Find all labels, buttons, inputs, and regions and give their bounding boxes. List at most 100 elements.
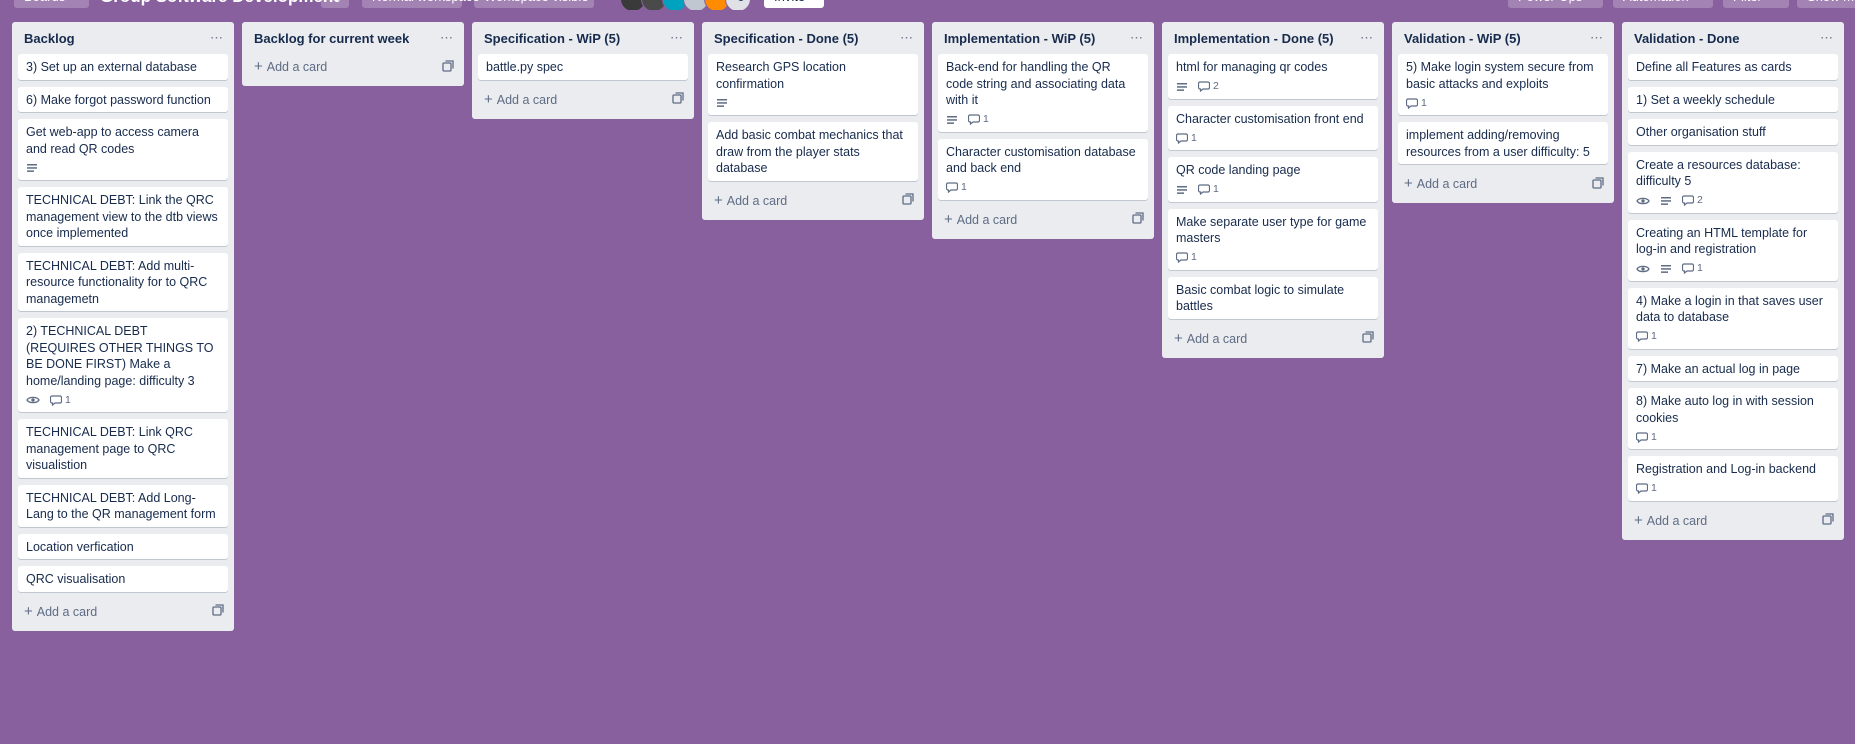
card[interactable]: Location verfication xyxy=(18,533,228,559)
list-footer: + Add a card xyxy=(18,599,228,625)
badge-count: 1 xyxy=(1191,251,1197,264)
add-card-button[interactable]: + Add a card xyxy=(1404,176,1478,191)
template-card-icon[interactable] xyxy=(672,92,684,107)
card[interactable]: 7) Make an actual log in page xyxy=(1628,355,1838,381)
card[interactable]: 6) Make forgot password function xyxy=(18,86,228,112)
template-card-icon[interactable] xyxy=(902,193,914,208)
plus-icon: + xyxy=(24,602,33,620)
card[interactable]: 3) Set up an external database xyxy=(18,54,228,80)
card[interactable]: Get web-app to access camera and read QR… xyxy=(18,119,228,180)
show-menu-button[interactable]: Show menu xyxy=(1797,0,1855,8)
list-title[interactable]: Backlog for current week xyxy=(254,31,409,46)
card[interactable]: battle.py spec xyxy=(478,54,688,80)
add-card-button[interactable]: + Add a card xyxy=(714,193,787,208)
board-title[interactable]: Group Software Development xyxy=(90,0,339,8)
card[interactable]: QRC visualisation xyxy=(18,566,228,592)
card[interactable]: Basic combat logic to simulate battles xyxy=(1168,276,1378,319)
card[interactable]: QR code landing page 1 xyxy=(1168,157,1378,202)
template-card-icon[interactable] xyxy=(1822,513,1834,528)
card[interactable]: TECHNICAL DEBT: Link QRC management page… xyxy=(18,419,228,478)
badge-count: 1 xyxy=(961,181,967,194)
card[interactable]: Define all Features as cards xyxy=(1628,54,1838,80)
template-card-icon[interactable] xyxy=(212,604,224,619)
list-menu-icon[interactable]: ⋯ xyxy=(900,30,914,46)
card[interactable]: 8) Make auto log in with session cookies… xyxy=(1628,388,1838,449)
template-card-icon[interactable] xyxy=(1362,331,1374,346)
boards-menu-button[interactable]: Boards xyxy=(14,0,89,8)
list-title[interactable]: Validation - Done xyxy=(1634,31,1739,46)
filter-button[interactable]: Filter xyxy=(1723,0,1789,8)
card-title: Define all Features as cards xyxy=(1636,60,1792,74)
card-title: Location verfication xyxy=(26,539,134,554)
card[interactable]: Research GPS location confirmation xyxy=(708,54,918,115)
list-header: Implementation - WiP (5) ⋯ xyxy=(938,26,1148,50)
add-card-button[interactable]: + Add a card xyxy=(24,602,97,620)
add-card-button[interactable]: + Add a card xyxy=(944,210,1017,228)
list-title[interactable]: Validation - WiP (5) xyxy=(1404,31,1521,46)
card[interactable]: html for managing qr codes 2 xyxy=(1168,54,1378,99)
list-menu-icon[interactable]: ⋯ xyxy=(1360,30,1374,46)
comment-icon xyxy=(50,394,62,406)
add-card-label: Add a card xyxy=(1416,177,1478,191)
badge-count: 2 xyxy=(1697,194,1703,207)
card[interactable]: Creating an HTML template for log-in and… xyxy=(1628,219,1838,281)
list-title[interactable]: Implementation - Done (5) xyxy=(1174,31,1334,46)
card-badges: 1 xyxy=(1636,429,1830,445)
card-title: 2) TECHNICAL DEBT (REQUIRES OTHER THINGS… xyxy=(26,324,214,388)
badge-count: 1 xyxy=(983,113,989,126)
add-card-button[interactable]: + Add a card xyxy=(254,59,327,74)
card[interactable]: Other organisation stuff xyxy=(1628,119,1838,145)
badge-watch xyxy=(26,395,40,405)
add-card-button[interactable]: + Add a card xyxy=(484,92,557,107)
badge-comment: 1 xyxy=(1198,181,1219,198)
card-title: Make separate user type for game masters xyxy=(1176,214,1367,246)
list-menu-icon[interactable]: ⋯ xyxy=(1590,30,1604,46)
list-menu-icon[interactable]: ⋯ xyxy=(210,30,224,46)
card-title: Get web-app to access camera and read QR… xyxy=(26,125,199,156)
automation-button[interactable]: Automation xyxy=(1613,0,1713,8)
list-title[interactable]: Backlog xyxy=(24,31,75,46)
card[interactable]: 1) Set a weekly schedule xyxy=(1628,86,1838,112)
member-overflow-count[interactable]: +3 xyxy=(725,0,751,10)
card[interactable]: Back-end for handling the QR code string… xyxy=(938,54,1148,132)
list-menu-icon[interactable]: ⋯ xyxy=(440,30,454,46)
template-card-icon[interactable] xyxy=(1132,212,1144,227)
card[interactable]: Character customisation database and bac… xyxy=(938,138,1148,200)
card[interactable]: Character customisation front end 1 xyxy=(1168,105,1378,150)
card[interactable]: Add basic combat mechanics that draw fro… xyxy=(708,122,918,181)
workspace-button[interactable]: Normal workspace xyxy=(362,0,480,8)
plus-icon: + xyxy=(1174,329,1183,347)
card[interactable]: 2) TECHNICAL DEBT (REQUIRES OTHER THINGS… xyxy=(18,318,228,412)
card[interactable]: Create a resources database: difficulty … xyxy=(1628,151,1838,213)
template-card-icon[interactable] xyxy=(1592,176,1604,192)
add-card-button[interactable]: + Add a card xyxy=(1174,329,1247,347)
list-menu-icon[interactable]: ⋯ xyxy=(1820,30,1834,46)
list-title[interactable]: Implementation - WiP (5) xyxy=(944,31,1095,46)
card[interactable]: implement adding/removing resources from… xyxy=(1398,122,1608,164)
card-badges: 1 xyxy=(26,392,220,408)
list-title[interactable]: Specification - WiP (5) xyxy=(484,31,620,46)
card[interactable]: TECHNICAL DEBT: Add multi-resource funct… xyxy=(18,252,228,311)
card[interactable]: 4) Make a login in that saves user data … xyxy=(1628,287,1838,349)
badge-description xyxy=(1176,185,1188,195)
card-title: 1) Set a weekly schedule xyxy=(1636,92,1775,107)
visibility-button[interactable]: Workspace visible xyxy=(474,0,594,8)
card[interactable]: Make separate user type for game masters… xyxy=(1168,208,1378,270)
list-menu-icon[interactable]: ⋯ xyxy=(1130,30,1144,46)
power-ups-button[interactable]: Power-Ups xyxy=(1508,0,1603,8)
card[interactable]: Registration and Log-in backend 1 xyxy=(1628,456,1838,501)
card-title: 7) Make an actual log in page xyxy=(1636,361,1800,376)
card[interactable]: TECHNICAL DEBT: Link the QRC management … xyxy=(18,187,228,246)
card-badges: 1 xyxy=(946,112,1140,128)
invite-button[interactable]: Invite xyxy=(764,0,824,8)
comment-icon xyxy=(1198,81,1210,92)
template-card-icon[interactable] xyxy=(442,59,454,75)
list-menu-icon[interactable]: ⋯ xyxy=(670,30,684,46)
list-title[interactable]: Specification - Done (5) xyxy=(714,31,858,46)
plus-icon: + xyxy=(1634,511,1643,529)
star-button[interactable]: ☆ xyxy=(321,0,349,8)
card[interactable]: TECHNICAL DEBT: Add Long-Lang to the QR … xyxy=(18,484,228,527)
plus-icon: + xyxy=(944,210,953,228)
add-card-button[interactable]: + Add a card xyxy=(1634,511,1707,529)
card[interactable]: 5) Make login system secure from basic a… xyxy=(1398,54,1608,115)
